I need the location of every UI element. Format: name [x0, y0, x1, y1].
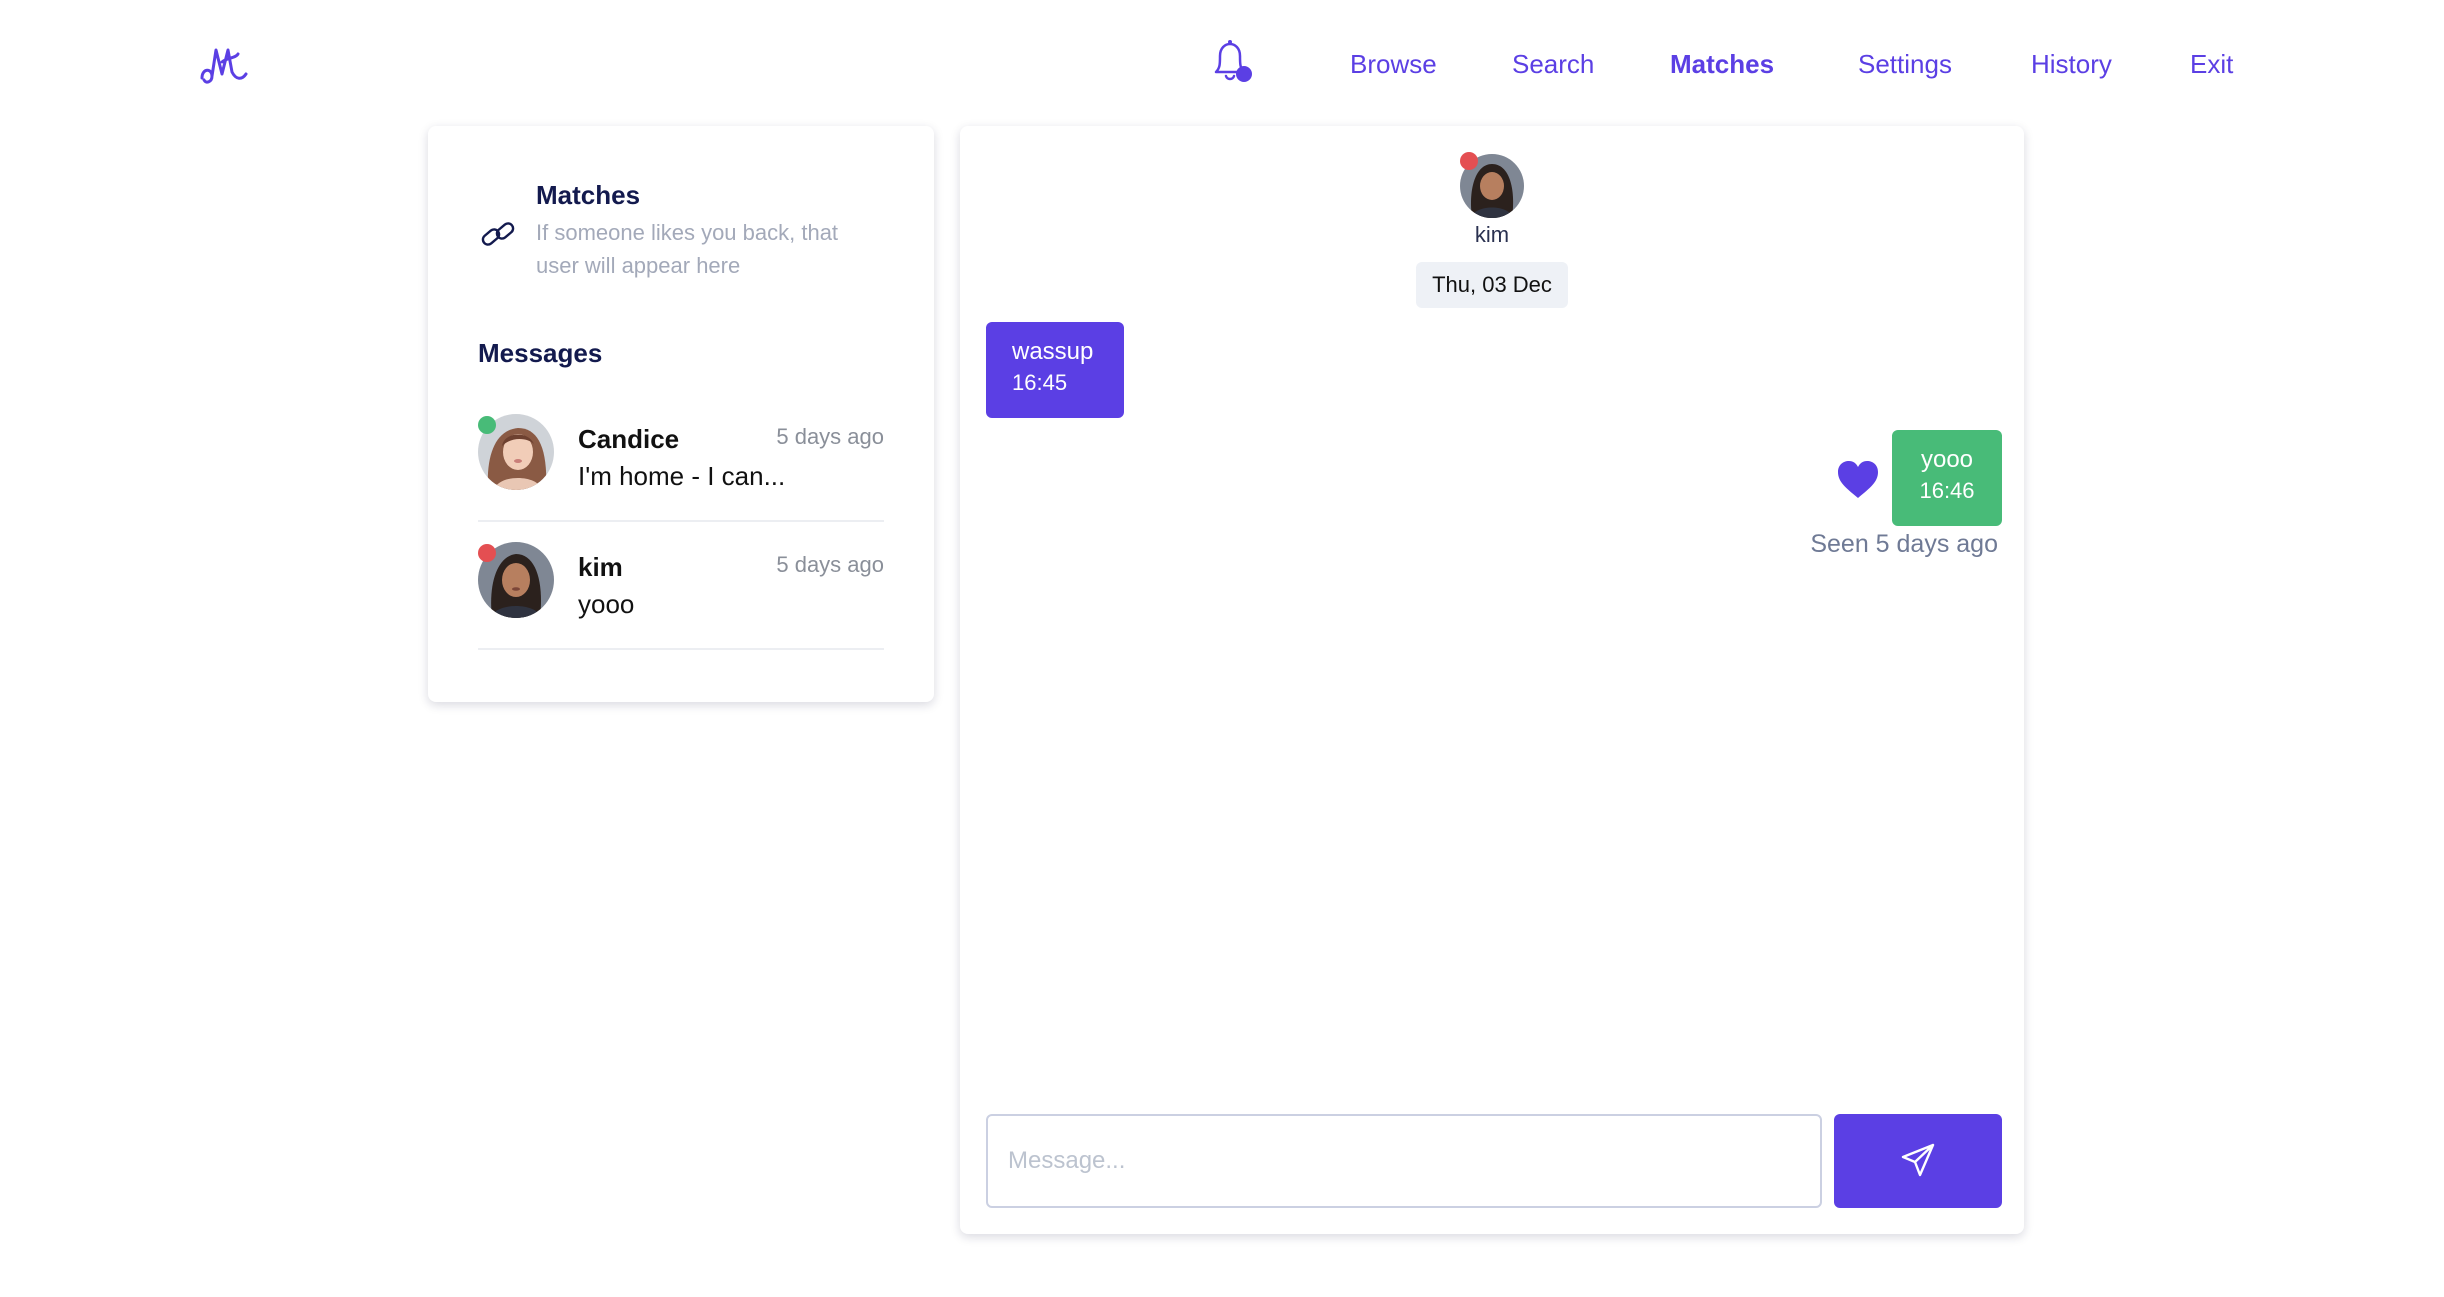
- conversation-preview: I'm home - I can...: [578, 461, 786, 491]
- incoming-message: wassup 16:45: [986, 322, 1124, 418]
- date-separator: Thu, 03 Dec: [1416, 262, 1568, 308]
- conversation-preview: yooo: [578, 589, 635, 619]
- message-text: yooo: [1920, 446, 1974, 473]
- conversation-name: Candice: [578, 424, 680, 454]
- notification-dot: [1236, 66, 1252, 82]
- chat-panel: kim Thu, 03 Dec wassup 16:45 yooo 16:46 …: [960, 126, 2024, 1234]
- offline-status-dot: [1460, 152, 1478, 170]
- message-input[interactable]: [986, 1114, 1822, 1208]
- conversation-item-kim[interactable]: kim 5 days ago yooo: [478, 522, 884, 650]
- nav-settings[interactable]: Settings: [1858, 40, 1952, 88]
- send-button[interactable]: [1834, 1114, 2002, 1208]
- nav-browse[interactable]: Browse: [1350, 40, 1437, 88]
- matches-title: Matches: [536, 180, 641, 210]
- bell-icon[interactable]: [1206, 38, 1254, 90]
- nav-history[interactable]: History: [2031, 40, 2112, 88]
- app-logo-icon[interactable]: [198, 40, 250, 88]
- matches-sidebar: Matches If someone likes you back, that …: [428, 126, 934, 702]
- nav-matches[interactable]: Matches: [1670, 40, 1774, 88]
- conversation-item-candice[interactable]: Candice 5 days ago I'm home - I can...: [478, 394, 884, 522]
- offline-status-dot: [478, 544, 496, 562]
- conversation-name: kim: [578, 552, 623, 582]
- message-time: 16:46: [1919, 478, 1975, 503]
- nav-exit[interactable]: Exit: [2190, 40, 2233, 88]
- nav-search[interactable]: Search: [1512, 40, 1594, 88]
- link-icon: [478, 214, 518, 254]
- message-text: wassup: [1012, 338, 1094, 365]
- online-status-dot: [478, 416, 496, 434]
- matches-subtitle: If someone likes you back, that user wil…: [536, 220, 839, 278]
- heart-icon[interactable]: [1836, 460, 1880, 500]
- send-icon: [1900, 1142, 1936, 1181]
- contact-name: kim: [1474, 222, 1510, 247]
- outgoing-message: yooo 16:46: [1892, 430, 2002, 526]
- conversation-time: 5 days ago: [776, 552, 884, 577]
- seen-status: Seen 5 days ago: [1810, 530, 1998, 558]
- message-time: 16:45: [1012, 370, 1068, 395]
- conversation-time: 5 days ago: [776, 424, 884, 449]
- messages-title: Messages: [478, 338, 603, 368]
